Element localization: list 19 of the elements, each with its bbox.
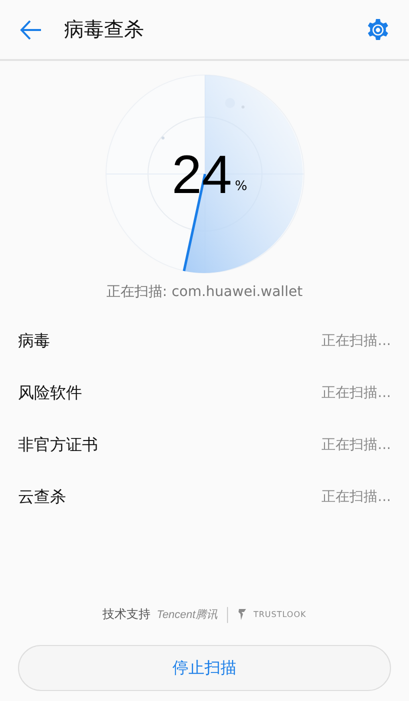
page-title: 病毒查杀	[64, 16, 145, 43]
support-text: 技术支持	[102, 606, 151, 623]
scan-percent: 24	[172, 146, 232, 204]
scan-status: 正在扫描...	[322, 436, 391, 454]
percent-sign: %	[234, 179, 248, 194]
leaf-icon	[238, 608, 248, 621]
partner-logo-text: Tencent腾讯	[156, 608, 218, 622]
stop-scan-button[interactable]: 停止扫描	[18, 645, 391, 691]
scan-status: 正在扫描...	[322, 332, 391, 350]
settings-icon[interactable]	[367, 18, 389, 40]
scan-category: 非官方证书	[18, 434, 98, 456]
scan-status: 正在扫描...	[322, 384, 391, 402]
scan-status-text: 正在扫描: com.huawei.wallet	[106, 283, 303, 301]
back-icon[interactable]	[20, 20, 42, 40]
scan-category: 病毒	[18, 330, 50, 352]
scan-category: 云查杀	[18, 486, 66, 508]
scan-status: 正在扫描...	[322, 488, 391, 506]
partner-logo-text: TRUSTLOOK	[253, 610, 306, 619]
scan-category: 风险软件	[18, 382, 82, 404]
